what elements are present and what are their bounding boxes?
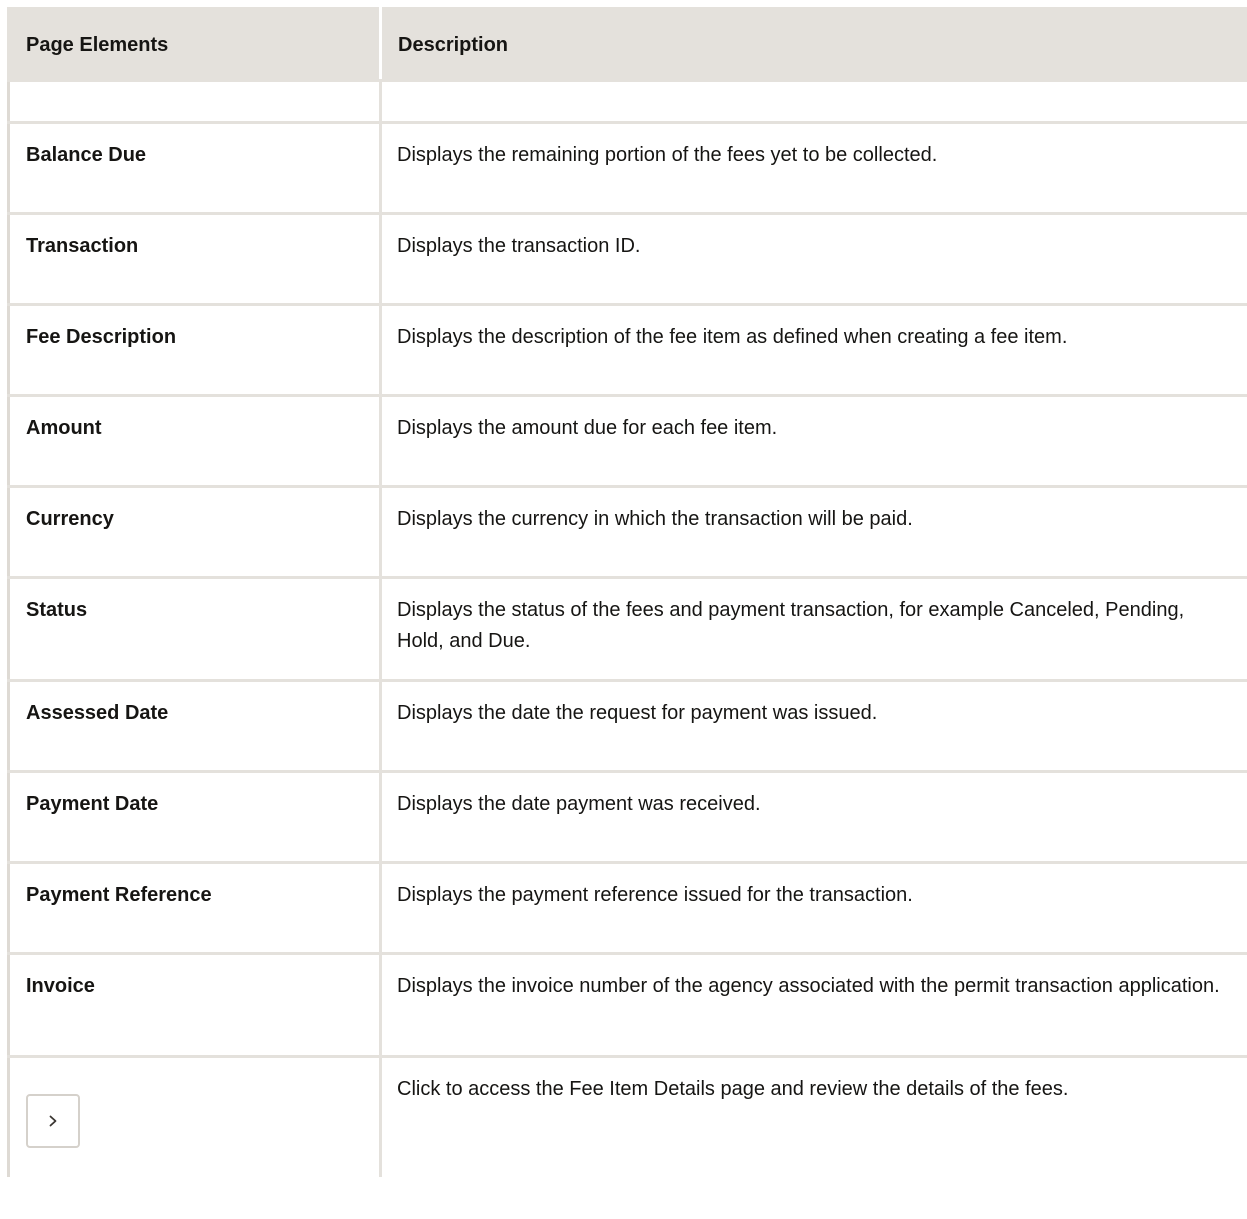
- element-description: Displays the payment reference issued fo…: [379, 861, 1247, 955]
- element-description: Displays the description of the fee item…: [379, 303, 1247, 397]
- table-row: Status Displays the status of the fees a…: [7, 576, 1247, 682]
- page-elements-table: Page Elements Description Balance Due Di…: [7, 7, 1247, 1177]
- element-description: Displays the date the request for paymen…: [379, 679, 1247, 773]
- element-description: [379, 79, 1247, 124]
- element-description: Click to access the Fee Item Details pag…: [379, 1055, 1247, 1177]
- table-row: [7, 79, 1247, 124]
- fee-item-details-button[interactable]: [26, 1094, 80, 1148]
- element-name: Payment Date: [7, 770, 382, 864]
- header-page-elements: Page Elements: [7, 7, 382, 82]
- table-row: Invoice Displays the invoice number of t…: [7, 952, 1247, 1058]
- table-row: Payment Date Displays the date payment w…: [7, 770, 1247, 864]
- element-name: Currency: [7, 485, 382, 579]
- element-name: Transaction: [7, 212, 382, 306]
- table-row: Payment Reference Displays the payment r…: [7, 861, 1247, 955]
- chevron-right-icon: [49, 1115, 57, 1127]
- header-description: Description: [379, 7, 1247, 82]
- table-header-row: Page Elements Description: [7, 7, 1247, 82]
- element-name: Fee Description: [7, 303, 382, 397]
- element-name: Invoice: [7, 952, 382, 1058]
- element-name: Assessed Date: [7, 679, 382, 773]
- table-row: Fee Description Displays the description…: [7, 303, 1247, 397]
- element-name: Payment Reference: [7, 861, 382, 955]
- element-name: Amount: [7, 394, 382, 488]
- table-row: Assessed Date Displays the date the requ…: [7, 679, 1247, 773]
- element-icon-cell: [7, 1055, 382, 1177]
- element-description: Displays the transaction ID.: [379, 212, 1247, 306]
- element-name: Balance Due: [7, 121, 382, 215]
- element-name: Status: [7, 576, 382, 682]
- element-description: Displays the currency in which the trans…: [379, 485, 1247, 579]
- element-description: Displays the amount due for each fee ite…: [379, 394, 1247, 488]
- table-row: Balance Due Displays the remaining porti…: [7, 121, 1247, 215]
- table-row: Amount Displays the amount due for each …: [7, 394, 1247, 488]
- element-description: Displays the status of the fees and paym…: [379, 576, 1247, 682]
- table-row: Transaction Displays the transaction ID.: [7, 212, 1247, 306]
- element-description: Displays the remaining portion of the fe…: [379, 121, 1247, 215]
- table-row: Currency Displays the currency in which …: [7, 485, 1247, 579]
- element-description: Displays the invoice number of the agenc…: [379, 952, 1247, 1058]
- table-row: Click to access the Fee Item Details pag…: [7, 1055, 1247, 1177]
- element-description: Displays the date payment was received.: [379, 770, 1247, 864]
- element-name: [7, 79, 382, 124]
